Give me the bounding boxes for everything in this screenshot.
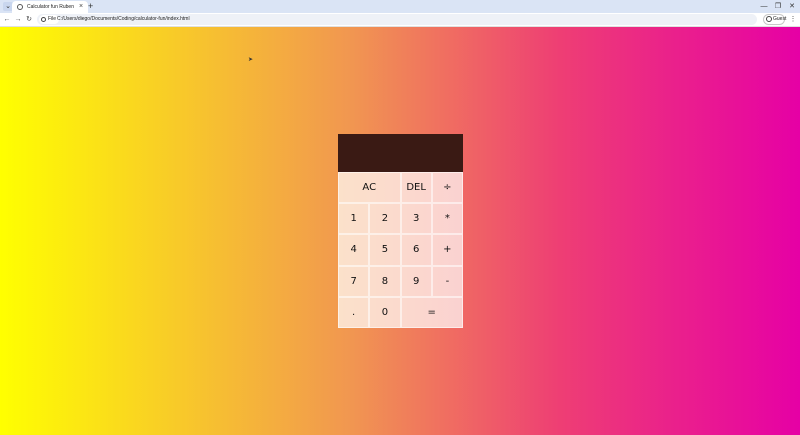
decimal-button[interactable]: . bbox=[338, 296, 370, 328]
digit-4-button[interactable]: 4 bbox=[338, 234, 370, 266]
digit-5-button[interactable]: 5 bbox=[369, 234, 401, 266]
multiply-button[interactable]: * bbox=[431, 203, 463, 235]
digit-6-button[interactable]: 6 bbox=[400, 234, 432, 266]
tab-strip: ⌄ Calculator fun Ruben × + — ❐ ✕ bbox=[0, 0, 800, 13]
tab-close-icon[interactable]: × bbox=[79, 2, 83, 12]
restore-button[interactable]: ❐ bbox=[771, 0, 785, 13]
digit-7-button[interactable]: 7 bbox=[338, 265, 370, 297]
divide-button[interactable]: ÷ bbox=[431, 172, 463, 204]
browser-toolbar: ← → ↻ File C:/Users/diego/Documents/Codi… bbox=[0, 13, 800, 27]
delete-button[interactable]: DEL bbox=[400, 172, 432, 204]
digit-2-button[interactable]: 2 bbox=[369, 203, 401, 235]
tab-calculator[interactable]: Calculator fun Ruben × bbox=[12, 1, 88, 13]
url-text[interactable]: C:/Users/diego/Documents/Coding/calculat… bbox=[57, 14, 190, 25]
digit-3-button[interactable]: 3 bbox=[400, 203, 432, 235]
digit-9-button[interactable]: 9 bbox=[400, 265, 432, 297]
minimize-button[interactable]: — bbox=[757, 0, 771, 13]
subtract-button[interactable]: - bbox=[431, 265, 463, 297]
equals-button[interactable]: = bbox=[400, 296, 463, 328]
mouse-cursor-icon: ➤ bbox=[248, 57, 254, 63]
digit-1-button[interactable]: 1 bbox=[338, 203, 370, 235]
clear-button[interactable]: AC bbox=[338, 172, 401, 204]
guest-profile-button[interactable]: Guest bbox=[763, 14, 787, 25]
calculator-display bbox=[338, 134, 463, 172]
calculator: AC DEL ÷ 1 2 3 * 4 5 6 + 7 8 9 - . 0 = bbox=[338, 134, 463, 328]
person-icon bbox=[766, 16, 772, 22]
add-button[interactable]: + bbox=[431, 234, 463, 266]
address-bar[interactable]: File C:/Users/diego/Documents/Coding/cal… bbox=[37, 14, 757, 25]
back-button[interactable]: ← bbox=[2, 14, 12, 26]
forward-button[interactable]: → bbox=[13, 14, 23, 26]
new-tab-button[interactable]: + bbox=[88, 1, 93, 12]
tab-title: Calculator fun Ruben bbox=[27, 4, 74, 10]
close-window-button[interactable]: ✕ bbox=[785, 0, 799, 13]
more-menu-icon[interactable]: ⋮ bbox=[789, 14, 797, 26]
globe-icon bbox=[17, 4, 23, 10]
digit-8-button[interactable]: 8 bbox=[369, 265, 401, 297]
page-background: ➤ AC DEL ÷ 1 2 3 * 4 5 6 + 7 8 9 - . 0 = bbox=[0, 27, 800, 435]
file-chip-label: File bbox=[48, 16, 57, 22]
guest-label: Guest bbox=[773, 16, 787, 22]
digit-0-button[interactable]: 0 bbox=[369, 296, 401, 328]
info-icon bbox=[41, 17, 46, 22]
reload-button[interactable]: ↻ bbox=[24, 14, 34, 26]
browser-window: ⌄ Calculator fun Ruben × + — ❐ ✕ ← → ↻ F… bbox=[0, 0, 800, 435]
